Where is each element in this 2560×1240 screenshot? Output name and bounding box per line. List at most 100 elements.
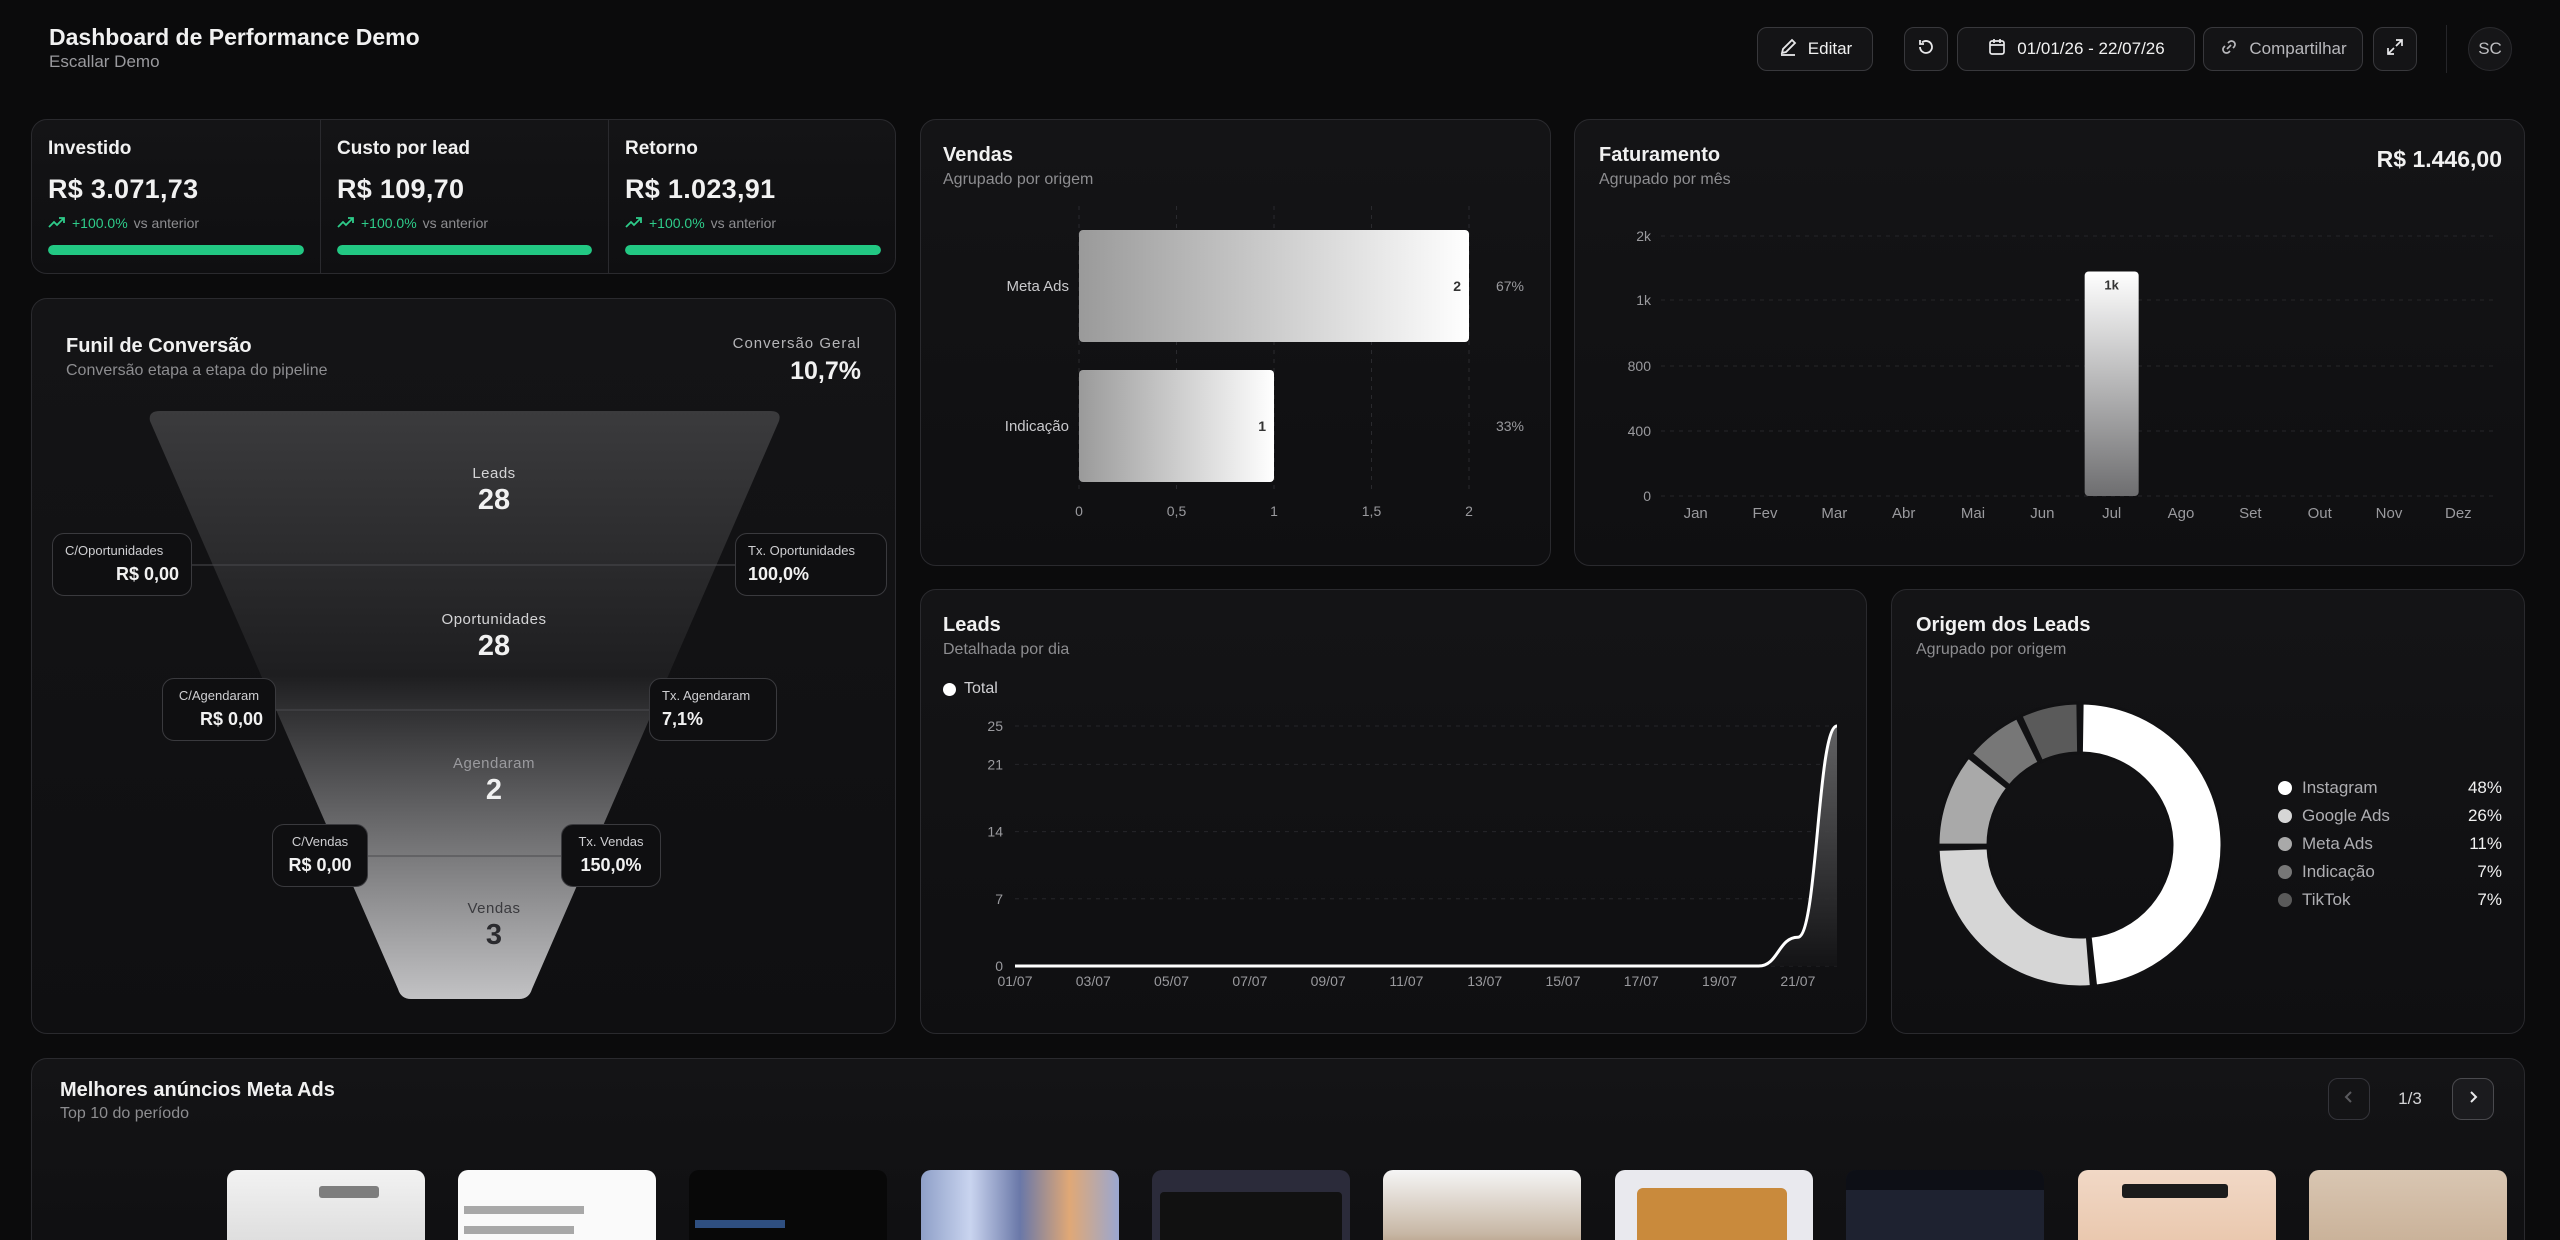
x-tick-label: 03/07 (1076, 973, 1111, 989)
cost-value: R$ 0,00 (115, 563, 179, 584)
cost-box-agendaram: C/Agendaram R$ 0,00 (162, 678, 276, 741)
kpi-progress-fill (625, 245, 881, 255)
x-tick-label: 13/07 (1467, 973, 1502, 989)
kpi-progress (625, 245, 881, 255)
ad-thumbnail[interactable] (2078, 1170, 2276, 1240)
bar (2084, 271, 2139, 496)
funnel-stage-vendas: Vendas 3 (344, 900, 644, 952)
kpi-delta: +100.0% vs anterior (48, 215, 304, 231)
kpi-delta: +100.0% vs anterior (625, 215, 881, 231)
rate-box-oportunidades: Tx. Oportunidades 100,0% (735, 533, 887, 596)
cost-label: C/Oportunidades (65, 543, 164, 558)
funnel-card: Funil de Conversão Conversão etapa a eta… (31, 298, 896, 1034)
stage-value: 28 (477, 484, 511, 516)
cost-box-vendas: C/Vendas R$ 0,00 (272, 824, 368, 887)
x-tick-label: 11/07 (1389, 973, 1423, 989)
date-range-button[interactable]: 01/01/26 - 22/07/26 (1957, 27, 2195, 71)
kpi-custo-lead: Custo por lead R$ 109,70 +100.0% vs ante… (320, 120, 608, 273)
cost-value: R$ 0,00 (199, 708, 263, 729)
legend-dot (2278, 865, 2292, 879)
kpi-delta-suffix: vs anterior (422, 215, 489, 231)
x-tick-label: 15/07 (1545, 973, 1580, 989)
ad-thumbnail[interactable] (1152, 1170, 1350, 1240)
x-tick-label: Jul (2102, 505, 2121, 522)
y-tick-label: 25 (987, 718, 1003, 734)
legend-item: Indicação 7% (2278, 862, 2502, 882)
stage-label: Vendas (467, 900, 521, 917)
rate-value: 7,1% (662, 708, 704, 729)
ad-thumbnail[interactable] (2309, 1170, 2507, 1240)
y-tick-label: 7 (995, 891, 1003, 907)
ad-thumbnail[interactable] (1846, 1170, 2044, 1240)
x-tick-label: Out (2308, 505, 2333, 522)
rate-box-vendas: Tx. Vendas 150,0% (561, 824, 661, 887)
y-tick-label: 0 (995, 958, 1003, 974)
donut-slice-instagram (2079, 701, 2224, 988)
x-tick-label: Ago (2168, 505, 2195, 522)
rate-value: 150,0% (580, 854, 642, 875)
legend-item: Google Ads 26% (2278, 806, 2502, 826)
pencil-icon (1778, 37, 1798, 62)
kpi-progress (48, 245, 304, 255)
legend-label: Indicação (2302, 862, 2375, 881)
y-tick-label: 0 (1643, 488, 1651, 504)
fullscreen-button[interactable] (2373, 27, 2417, 71)
trend-up-icon (337, 215, 355, 231)
expand-icon (2385, 37, 2405, 62)
cost-box-oportunidades: C/Oportunidades R$ 0,00 (52, 533, 192, 596)
funnel-stage-agendaram: Agendaram 2 (344, 755, 644, 807)
y-tick-label: 1k (1636, 292, 1652, 308)
stage-label: Leads (472, 465, 516, 482)
ad-thumbnail[interactable] (1383, 1170, 1581, 1240)
kpi-retorno: Retorno R$ 1.023,91 +100.0% vs anterior (608, 120, 895, 273)
legend-item: Meta Ads 11% (2278, 834, 2502, 854)
x-tick-label: Jun (2030, 505, 2054, 522)
rate-box-agendaram: Tx. Agendaram 7,1% (649, 678, 777, 741)
ad-thumbnail[interactable] (1615, 1170, 1813, 1240)
y-tick-label: 21 (987, 756, 1003, 772)
stage-value: 28 (477, 630, 511, 662)
page-subtitle: Escallar Demo (49, 52, 160, 71)
series-line-total (1015, 724, 1838, 968)
next-page-button[interactable] (2452, 1078, 2494, 1120)
refresh-button[interactable] (1904, 27, 1948, 71)
edit-button[interactable]: Editar (1757, 27, 1873, 71)
leads-card: Leads Detalhada por dia Total 0 7 14 21 25 01… (920, 589, 1867, 1034)
origem-donut-chart (1936, 701, 2224, 989)
x-tick-label: 21/07 (1780, 973, 1815, 989)
header-divider (2446, 25, 2447, 73)
prev-page-button[interactable] (2328, 1078, 2370, 1120)
chevron-right-icon (2466, 1090, 2480, 1109)
legend-dot (2278, 809, 2292, 823)
donut-slice-google-ads (1936, 846, 2093, 989)
kpi-progress (337, 245, 592, 255)
bar-value-label: 1k (2104, 277, 2119, 292)
y-tick-label: 14 (987, 824, 1003, 840)
legend-label: Meta Ads (2302, 834, 2373, 853)
stage-value: 2 (485, 774, 503, 806)
trend-up-icon (625, 215, 643, 231)
ad-thumbnail[interactable] (227, 1170, 425, 1240)
kpi-investido: Investido R$ 3.071,73 +100.0% vs anterio… (32, 120, 320, 273)
edit-button-label: Editar (1807, 39, 1853, 58)
x-tick-label: 17/07 (1624, 973, 1659, 989)
vendas-card: Vendas Agrupado por origem 0 0,5 1 1,5 2 Meta… (920, 119, 1551, 566)
legend-percent: 7% (2477, 890, 2502, 909)
bar (1079, 370, 1274, 482)
share-button[interactable]: Compartilhar (2203, 27, 2363, 71)
share-button-label: Compartilhar (2249, 39, 2347, 58)
rate-label: Tx. Agendaram (662, 688, 751, 703)
bar-value-label: 2 (1453, 278, 1461, 294)
y-category-label: Indicação (1005, 418, 1069, 435)
ad-thumbnail[interactable] (458, 1170, 656, 1240)
funnel-stage-leads: Leads 28 (344, 465, 644, 517)
kpi-value: R$ 109,70 (337, 174, 465, 204)
x-tick-label: 0 (1075, 503, 1083, 519)
cost-label: C/Vendas (291, 834, 349, 849)
legend-label: Instagram (2302, 778, 2378, 797)
y-tick-label: 400 (1628, 423, 1652, 439)
avatar[interactable]: SC (2468, 27, 2512, 71)
ad-thumbnail[interactable] (921, 1170, 1119, 1240)
ad-thumbnail[interactable] (689, 1170, 887, 1240)
legend-dot (2278, 837, 2292, 851)
